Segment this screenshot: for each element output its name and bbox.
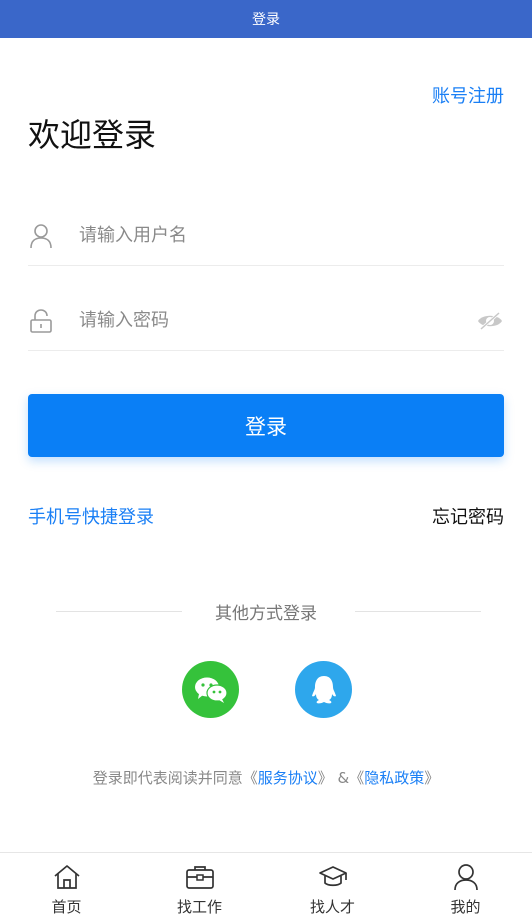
wechat-icon: [194, 677, 228, 703]
username-field: [28, 206, 504, 266]
tab-mine[interactable]: 我的: [399, 853, 532, 923]
tab-label: 首页: [51, 898, 82, 916]
user-icon: [28, 223, 54, 249]
user-icon: [451, 862, 481, 892]
phone-login-link[interactable]: 手机号快捷登录: [28, 503, 154, 529]
tab-label: 找工作: [176, 898, 222, 916]
tab-label: 找人才: [309, 898, 355, 916]
tab-home[interactable]: 首页: [0, 853, 133, 923]
tab-find-job[interactable]: 找工作: [133, 853, 266, 923]
eye-off-icon[interactable]: [476, 308, 504, 334]
username-input[interactable]: [79, 225, 504, 246]
lock-icon: [28, 308, 54, 334]
password-input[interactable]: [79, 310, 476, 331]
login-button[interactable]: 登录: [28, 394, 504, 457]
divider-right: [355, 611, 481, 612]
agreement-text: 登录即代表阅读并同意《服务协议》 &《隐私政策》: [0, 767, 532, 788]
bracket-open: 《: [242, 769, 258, 787]
tab-find-talent[interactable]: 找人才: [266, 853, 399, 923]
qq-login-button[interactable]: [295, 661, 352, 718]
privacy-link[interactable]: 隐私政策: [364, 769, 424, 787]
tab-label: 我的: [450, 898, 481, 916]
agreement-and: &: [332, 769, 350, 787]
title-bar: 登录: [0, 0, 532, 38]
bottom-tab-bar: 首页 找工作 找人才 我的: [0, 852, 532, 923]
briefcase-icon: [185, 862, 215, 892]
welcome-heading: 欢迎登录: [28, 116, 157, 154]
register-link[interactable]: 账号注册: [432, 82, 504, 108]
bracket-open: 《: [349, 769, 365, 787]
wechat-login-button[interactable]: [182, 661, 239, 718]
page-title: 登录: [252, 12, 280, 28]
terms-link[interactable]: 服务协议: [258, 769, 318, 787]
graduation-cap-icon: [318, 862, 348, 892]
forgot-password-link[interactable]: 忘记密码: [432, 503, 504, 529]
agreement-prefix: 登录即代表阅读并同意: [92, 769, 243, 787]
password-field: [28, 291, 504, 351]
bracket-close: 》: [317, 769, 333, 787]
home-icon: [52, 862, 82, 892]
qq-icon: [311, 675, 336, 703]
bracket-close: 》: [424, 769, 440, 787]
